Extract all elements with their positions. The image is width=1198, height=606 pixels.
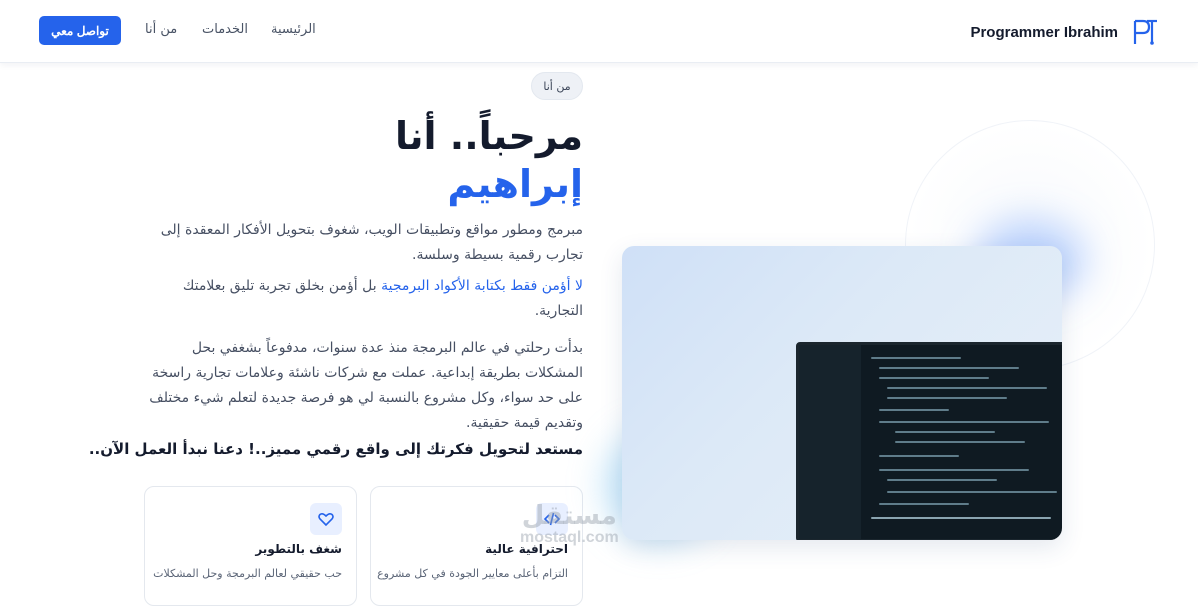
nav-link-home[interactable]: الرئيسية [271, 22, 316, 37]
code-line [879, 409, 949, 411]
brand-name: Programmer Ibrahim [970, 23, 1118, 41]
nav-link-services[interactable]: الخدمات [202, 22, 248, 37]
hero-title: مرحباً.. أنا [395, 114, 583, 158]
intro-paragraph: مبرمج ومطور مواقع وتطبيقات الويب، شغوف ب… [160, 222, 583, 263]
code-line [879, 469, 1029, 471]
code-line [879, 377, 989, 379]
watermark-latin: mostaql.com [520, 529, 619, 546]
code-line [895, 441, 1025, 443]
belief-highlight: لا أؤمن فقط بكتابة الأكواد البرمجية [381, 278, 583, 294]
card-description: التزام بأعلى معايير الجودة في كل مشروع [377, 567, 568, 580]
code-line [879, 455, 959, 457]
code-line [879, 421, 1049, 423]
brand-logo-icon [1133, 19, 1157, 45]
call-to-action-text: مستعد لتحويل فكرتك إلى واقع رقمي مميز..!… [88, 440, 583, 458]
code-line [895, 431, 995, 433]
watermark: مستقل mostaql.com [520, 501, 619, 549]
code-line [887, 397, 1007, 399]
section-badge: من أنا [531, 72, 583, 100]
editor-sidebar [799, 345, 861, 539]
card-description: حب حقيقي لعالم البرمجة وحل المشكلات [153, 567, 342, 580]
code-line [871, 357, 961, 359]
code-line [887, 491, 1057, 493]
contact-button[interactable]: تواصل معي [39, 16, 121, 45]
journey-paragraph: بدأت رحلتي في عالم البرمجة منذ عدة سنوات… [149, 340, 583, 431]
top-navbar: Programmer Ibrahim الرئيسية الخدمات من أ… [0, 0, 1198, 63]
hero-name: إبراهيم [447, 162, 583, 206]
brand[interactable]: Programmer Ibrahim [970, 17, 1158, 47]
watermark-arabic: مستقل [521, 501, 617, 531]
card-title: شغف بالتطوير [255, 542, 342, 556]
feature-card-passion: شغف بالتطوير حب حقيقي لعالم البرمجة وحل … [144, 486, 357, 606]
hero-image [622, 246, 1062, 540]
code-line [879, 367, 1019, 369]
code-line [879, 503, 969, 505]
code-line [887, 387, 1047, 389]
code-line [871, 517, 1051, 519]
code-line [887, 479, 997, 481]
heart-icon [310, 503, 342, 535]
code-monitor [796, 342, 1062, 540]
nav-link-about[interactable]: من أنا [145, 22, 177, 37]
belief-paragraph: لا أؤمن فقط بكتابة الأكواد البرمجية بل أ… [143, 274, 583, 324]
